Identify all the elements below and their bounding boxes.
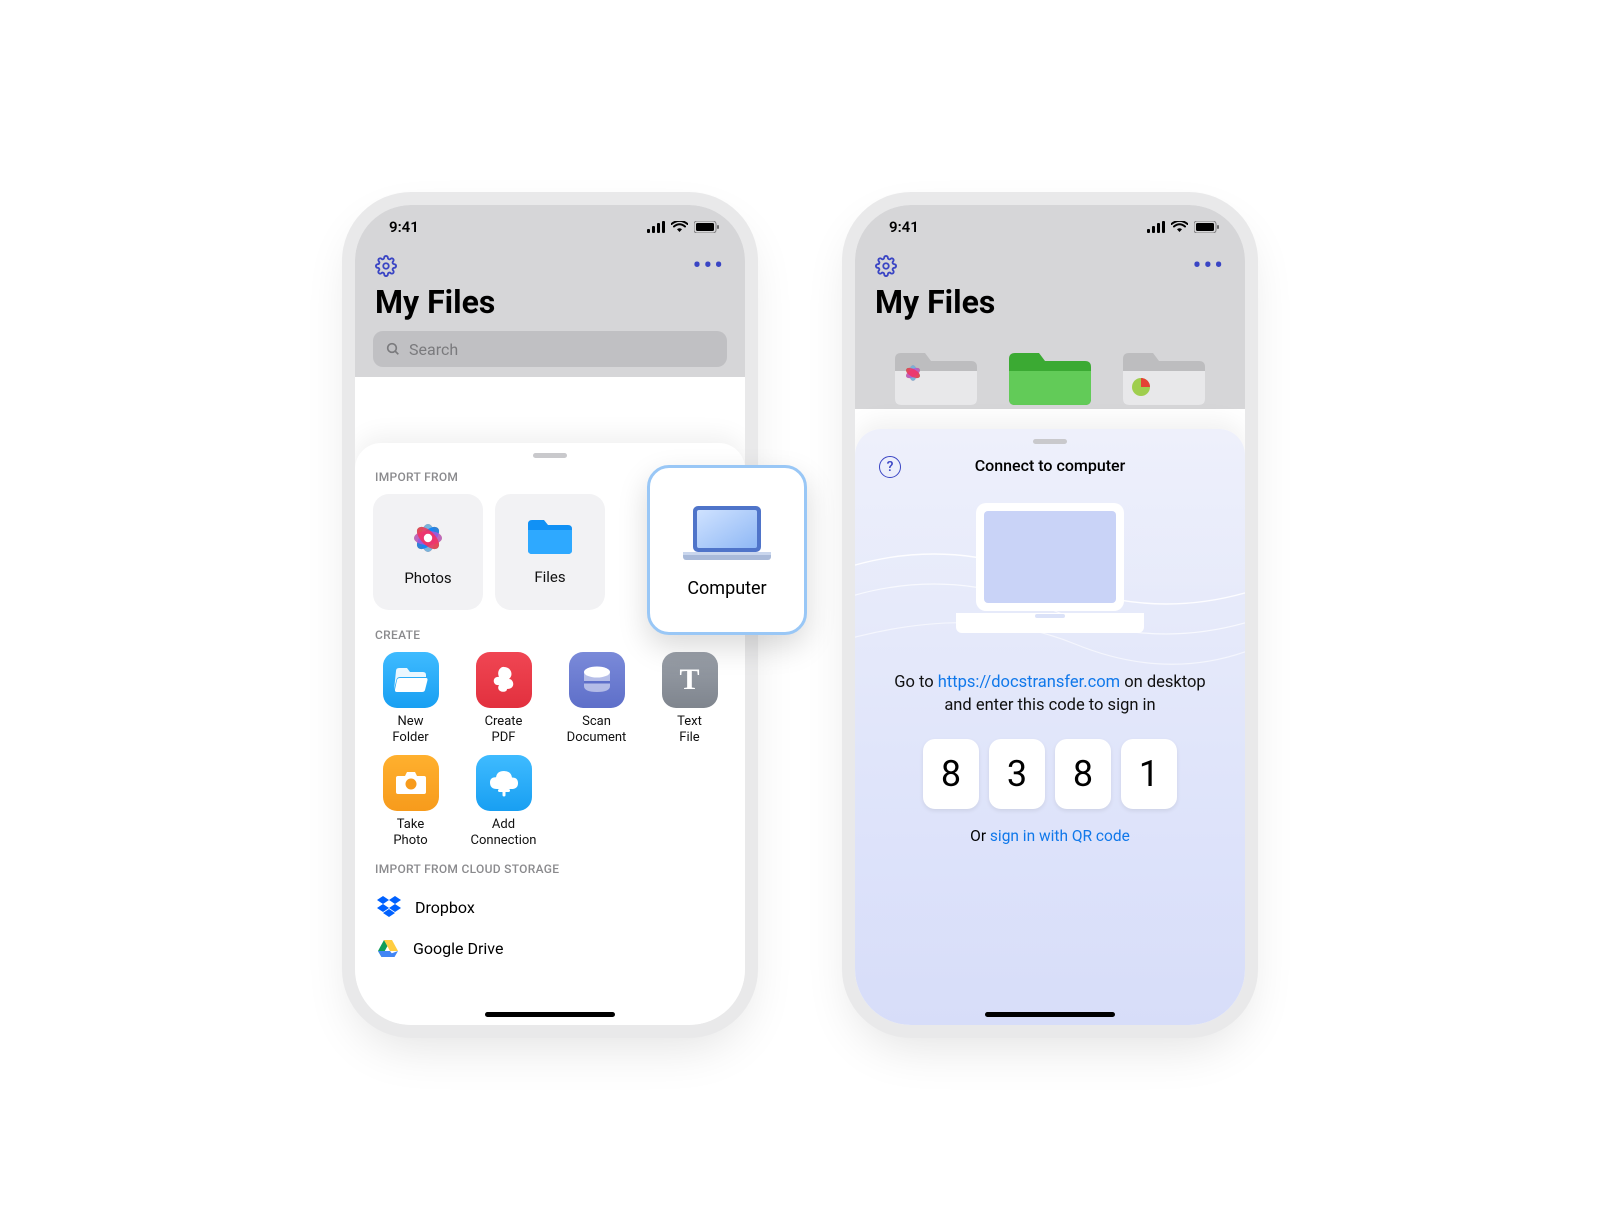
code-row: 8 3 8 1	[875, 739, 1225, 809]
wifi-icon	[1171, 221, 1188, 233]
home-indicator[interactable]	[485, 1012, 615, 1017]
pdf-icon	[489, 665, 519, 695]
header-area: 9:41 ••• My Files Search	[355, 205, 745, 377]
page-title: My Files	[355, 281, 745, 331]
status-bar: 9:41	[355, 205, 745, 249]
cloud-label: IMPORT FROM CLOUD STORAGE	[375, 862, 725, 876]
import-computer-label: Computer	[687, 578, 766, 599]
connect-sheet: ? Connect to computer Go to https://docs…	[855, 429, 1245, 1025]
create-text[interactable]: T Text File	[652, 652, 727, 745]
import-computer[interactable]: Computer	[647, 465, 807, 635]
sheet-grabber[interactable]	[533, 453, 567, 458]
cloud-dropbox[interactable]: Dropbox	[373, 886, 727, 928]
sheet-grabber[interactable]	[1033, 439, 1067, 444]
import-photos-label: Photos	[404, 569, 451, 587]
battery-icon	[1194, 221, 1219, 233]
laptop-illustration	[950, 497, 1150, 647]
photos-app-icon	[407, 517, 449, 559]
header-area: 9:41 ••• My Files	[855, 205, 1245, 409]
text-icon: T	[679, 662, 699, 698]
import-files[interactable]: Files	[495, 494, 605, 610]
camera-icon	[395, 770, 427, 796]
cellular-icon	[647, 221, 665, 233]
more-icon[interactable]: •••	[1193, 261, 1225, 271]
create-new-folder[interactable]: New Folder	[373, 652, 448, 745]
create-take-photo[interactable]: Take Photo	[373, 755, 448, 848]
qr-signin-link[interactable]: sign in with QR code	[990, 827, 1130, 845]
search-input[interactable]: Search	[373, 331, 727, 367]
phone-right: 9:41 ••• My Files	[855, 205, 1245, 1025]
phone-left: 9:41 ••• My Files Search	[355, 205, 745, 1025]
qr-line: Or sign in with QR code	[875, 827, 1225, 845]
cellular-icon	[1147, 221, 1165, 233]
connect-title: Connect to computer	[975, 456, 1126, 475]
laptop-icon	[681, 502, 773, 566]
help-icon[interactable]: ?	[879, 456, 901, 478]
code-digit: 3	[989, 739, 1045, 809]
folder-thumb[interactable]	[1119, 349, 1209, 409]
code-digit: 8	[923, 739, 979, 809]
folder-thumb[interactable]	[891, 349, 981, 409]
gdrive-icon	[377, 938, 399, 958]
create-pdf[interactable]: Create PDF	[466, 652, 541, 745]
import-photos[interactable]: Photos	[373, 494, 483, 610]
code-digit: 8	[1055, 739, 1111, 809]
status-time: 9:41	[889, 218, 919, 236]
search-icon	[385, 341, 401, 357]
dropbox-icon	[377, 896, 401, 918]
create-scan[interactable]: Scan Document	[559, 652, 634, 745]
wifi-icon	[671, 221, 688, 233]
scanner-icon	[581, 665, 613, 695]
cloud-plus-icon	[487, 769, 521, 797]
search-placeholder: Search	[409, 340, 458, 359]
gear-icon[interactable]	[375, 255, 397, 277]
status-time: 9:41	[389, 218, 419, 236]
cloud-gdrive[interactable]: Google Drive	[373, 928, 727, 968]
battery-icon	[694, 221, 719, 233]
create-add-connection[interactable]: Add Connection	[466, 755, 541, 848]
code-digit: 1	[1121, 739, 1177, 809]
open-folder-icon	[394, 666, 428, 694]
import-files-label: Files	[534, 568, 565, 586]
status-bar: 9:41	[855, 205, 1245, 249]
folder-thumb[interactable]	[1005, 349, 1095, 409]
more-icon[interactable]: •••	[693, 261, 725, 271]
home-indicator[interactable]	[985, 1012, 1115, 1017]
gear-icon[interactable]	[875, 255, 897, 277]
folder-thumbnails	[855, 331, 1245, 409]
folder-icon	[526, 518, 574, 558]
page-title: My Files	[855, 281, 1245, 331]
